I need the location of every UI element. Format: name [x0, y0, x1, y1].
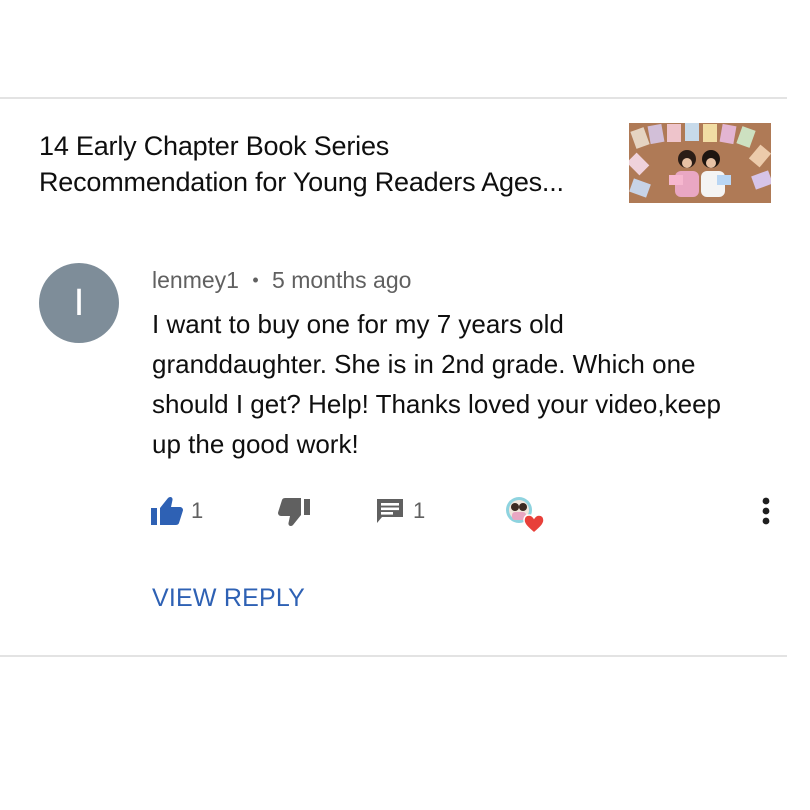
- comment-page: 14 Early Chapter Book Series Recommendat…: [0, 0, 810, 810]
- video-title-line-1: 14 Early Chapter Book Series: [39, 131, 390, 161]
- reply-button[interactable]: 1: [375, 494, 425, 528]
- thumbnail-image: [629, 123, 771, 203]
- bottom-divider: [0, 655, 787, 657]
- avatar[interactable]: I: [39, 263, 119, 343]
- comment-text-line: up the good work!: [152, 429, 359, 459]
- reply-count: 1: [413, 498, 426, 523]
- more-options-button[interactable]: [752, 494, 780, 528]
- more-vertical-icon: [762, 497, 770, 525]
- like-button[interactable]: 1: [151, 494, 203, 528]
- thumbs-up-icon: [151, 496, 183, 525]
- like-count: 1: [191, 498, 204, 523]
- dislike-button[interactable]: [278, 494, 312, 528]
- top-divider: [0, 97, 787, 99]
- video-title[interactable]: 14 Early Chapter Book Series Recommendat…: [39, 128, 599, 200]
- comment-text-line: granddaughter. She is in 2nd grade. Whic…: [152, 349, 696, 379]
- comment-text-line: I want to buy one for my 7 years old: [152, 309, 564, 339]
- meta-separator: •: [252, 270, 259, 290]
- creator-heart-badge: [503, 495, 545, 535]
- comment-author[interactable]: lenmey1: [152, 267, 239, 293]
- view-reply-button[interactable]: VIEW REPLY: [152, 582, 305, 614]
- avatar-letter: I: [73, 282, 85, 324]
- comment-text: I want to buy one for my 7 years old gra…: [152, 304, 772, 464]
- comment-meta: lenmey1 • 5 months ago: [152, 265, 411, 295]
- comment-icon: [377, 499, 403, 523]
- comment-text-line: should I get? Help! Thanks loved your vi…: [152, 389, 721, 419]
- video-title-line-2: Recommendation for Young Readers Ages...: [39, 167, 564, 197]
- comment-time: 5 months ago: [272, 267, 412, 293]
- creator-heart-icon: [506, 497, 545, 534]
- video-thumbnail[interactable]: [629, 123, 771, 203]
- thumbs-down-icon: [278, 498, 310, 527]
